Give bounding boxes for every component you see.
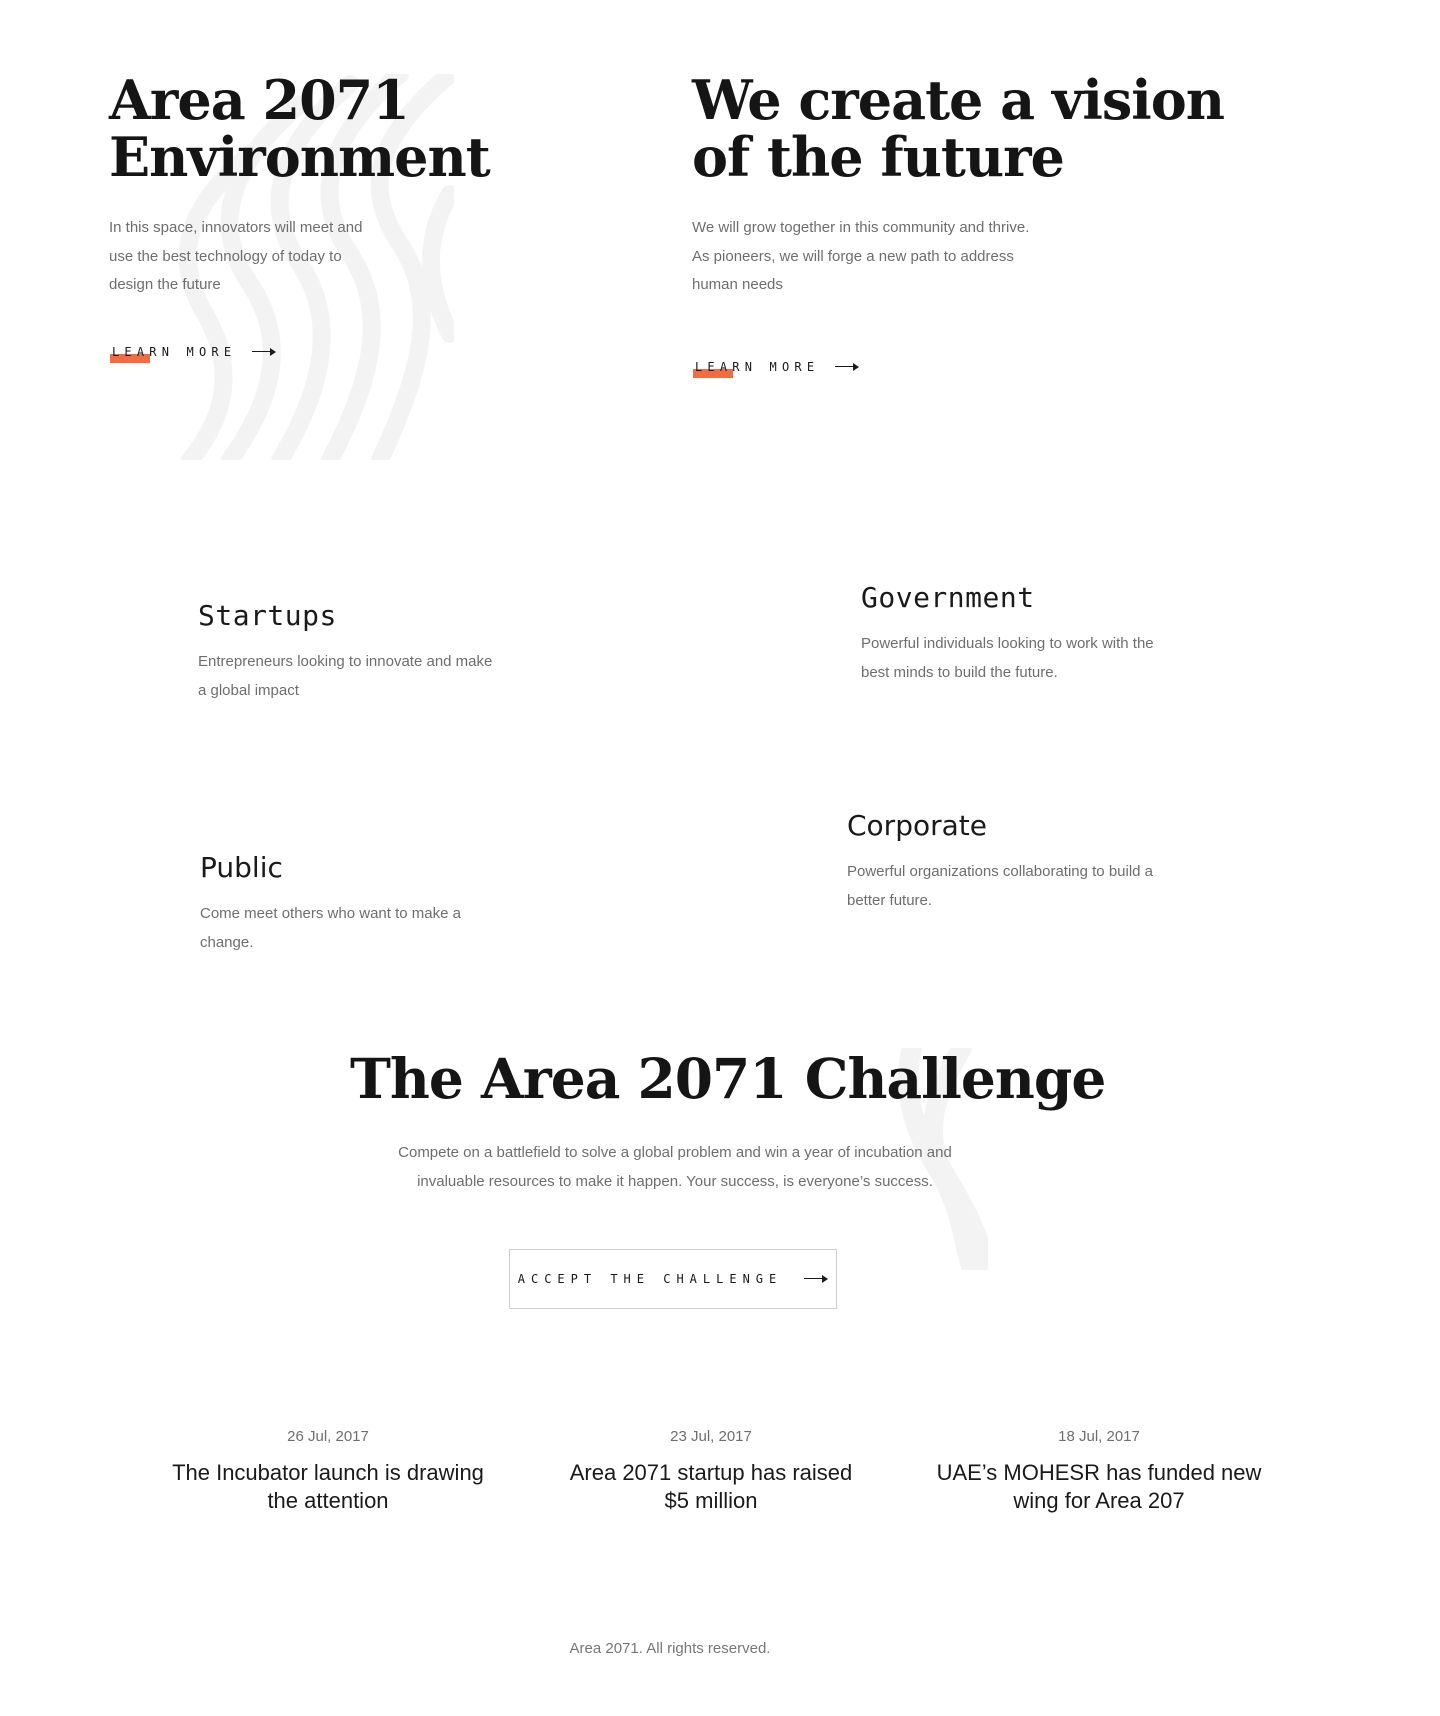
arrow-right-icon [252,347,277,357]
audience-public: Public Come meet others who want to make… [200,852,560,957]
vision-learn-more-link[interactable]: Learn more [692,360,860,378]
vision-title: We create a vision of the future [692,72,1225,189]
audience-public-description: Come meet others who want to make a chan… [200,905,461,951]
audience-government: Government Powerful individuals looking … [861,582,1221,687]
audience-public-title: Public [200,851,283,884]
news-headline-link[interactable]: Area 2071 startup has raised $5 million [531,1459,891,1515]
vision-learn-more-label: Learn more [695,360,820,374]
news-item: 23 Jul, 2017 Area 2071 startup has raise… [531,1428,891,1515]
audience-startups-title: Startups [198,599,337,632]
environment-learn-more-label: Learn more [112,345,237,359]
arrow-right-icon [835,362,860,372]
arrow-right-icon [804,1274,829,1284]
audience-corporate-description: Powerful organizations collaborating to … [847,863,1154,909]
vision-title-line2: of the future [692,125,1065,189]
audience-corporate: Corporate Powerful organizations collabo… [847,810,1227,915]
environment-description: In this space, innovators will meet and … [109,219,363,293]
vision-title-line1: We create a vision [692,68,1225,132]
news-date: 23 Jul, 2017 [670,1428,752,1445]
footer-copyright: Area 2071. All rights reserved. [569,1640,771,1657]
accept-challenge-label: Accept the challenge [517,1272,783,1286]
audience-government-description: Powerful individuals looking to work wit… [861,635,1154,681]
news-item: 18 Jul, 2017 UAE’s MOHESR has funded new… [919,1428,1279,1515]
news-headline-link[interactable]: The Incubator launch is drawing the atte… [148,1459,508,1515]
environment-title-line1: Area 2071 [109,68,410,132]
audience-startups-description: Entrepreneurs looking to innovate and ma… [198,653,493,699]
accept-challenge-button[interactable]: Accept the challenge [509,1249,837,1309]
news-date: 26 Jul, 2017 [287,1428,369,1445]
news-headline-link[interactable]: UAE’s MOHESR has funded new wing for Are… [919,1459,1279,1515]
challenge-title: The Area 2071 Challenge [350,1046,1106,1111]
challenge-description: Compete on a battlefield to solve a glob… [398,1144,952,1190]
environment-title-line2: Environment [109,125,491,189]
environment-title: Area 2071 Environment [109,72,491,189]
environment-learn-more-link[interactable]: Learn more [109,345,277,363]
vision-description: We will grow together in this community … [692,219,1030,293]
audience-corporate-title: Corporate [847,809,987,842]
news-date: 18 Jul, 2017 [1058,1428,1140,1445]
news-item: 26 Jul, 2017 The Incubator launch is dra… [148,1428,508,1515]
audience-startups: Startups Entrepreneurs looking to innova… [198,600,558,705]
audience-government-title: Government [861,581,1035,614]
